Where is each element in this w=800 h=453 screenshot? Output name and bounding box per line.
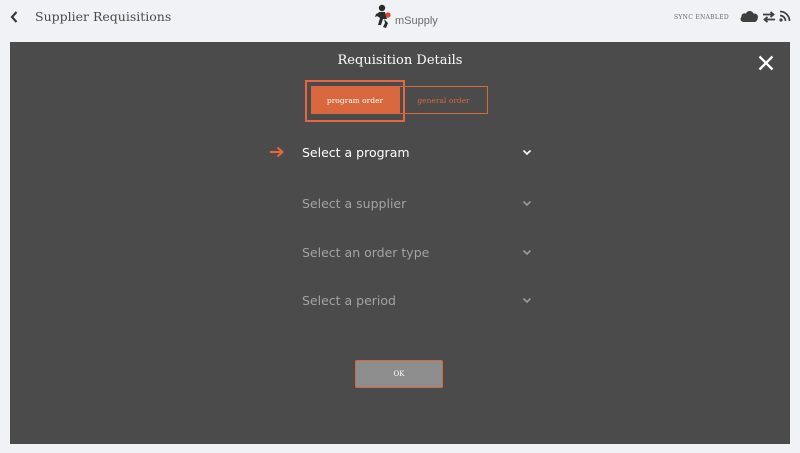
select-period-label: Select a period: [302, 292, 396, 308]
tab-program-order[interactable]: program order: [311, 86, 399, 114]
select-order-type-label: Select an order type: [302, 244, 430, 260]
select-order-type-dropdown[interactable]: Select an order type: [302, 240, 532, 264]
swap-arrows-icon[interactable]: [762, 10, 776, 24]
select-period-dropdown[interactable]: Select a period: [302, 288, 532, 312]
modal-title: Requisition Details: [337, 53, 463, 68]
requisition-details-modal: Requisition Details program order genera…: [10, 42, 790, 444]
sync-status: SYNC ENABLED: [674, 14, 729, 21]
logo-text: mSupply: [395, 15, 438, 27]
chevron-left-icon: [10, 11, 18, 23]
chevron-down-icon: [522, 249, 532, 255]
chevron-down-icon: [522, 297, 532, 303]
select-program-dropdown[interactable]: Select a program: [302, 140, 532, 164]
rss-icon[interactable]: [779, 10, 791, 22]
select-program-label: Select a program: [302, 144, 410, 160]
page-title: Supplier Requisitions: [35, 9, 172, 24]
chevron-down-icon: [522, 200, 532, 206]
chevron-down-icon: [522, 149, 532, 155]
back-button[interactable]: [6, 8, 22, 26]
select-supplier-label: Select a supplier: [302, 195, 407, 211]
cloud-icon[interactable]: [739, 9, 759, 23]
arrow-right-icon: [270, 146, 284, 158]
msupply-logo: mSupply: [372, 3, 438, 31]
ok-button[interactable]: OK: [355, 360, 443, 388]
top-bar: Supplier Requisitions mSupply SYNC ENABL…: [0, 0, 800, 36]
select-supplier-dropdown[interactable]: Select a supplier: [302, 191, 532, 215]
runner-logo-icon: [375, 4, 391, 28]
tab-general-order[interactable]: general order: [399, 86, 488, 114]
close-icon[interactable]: [757, 54, 775, 72]
